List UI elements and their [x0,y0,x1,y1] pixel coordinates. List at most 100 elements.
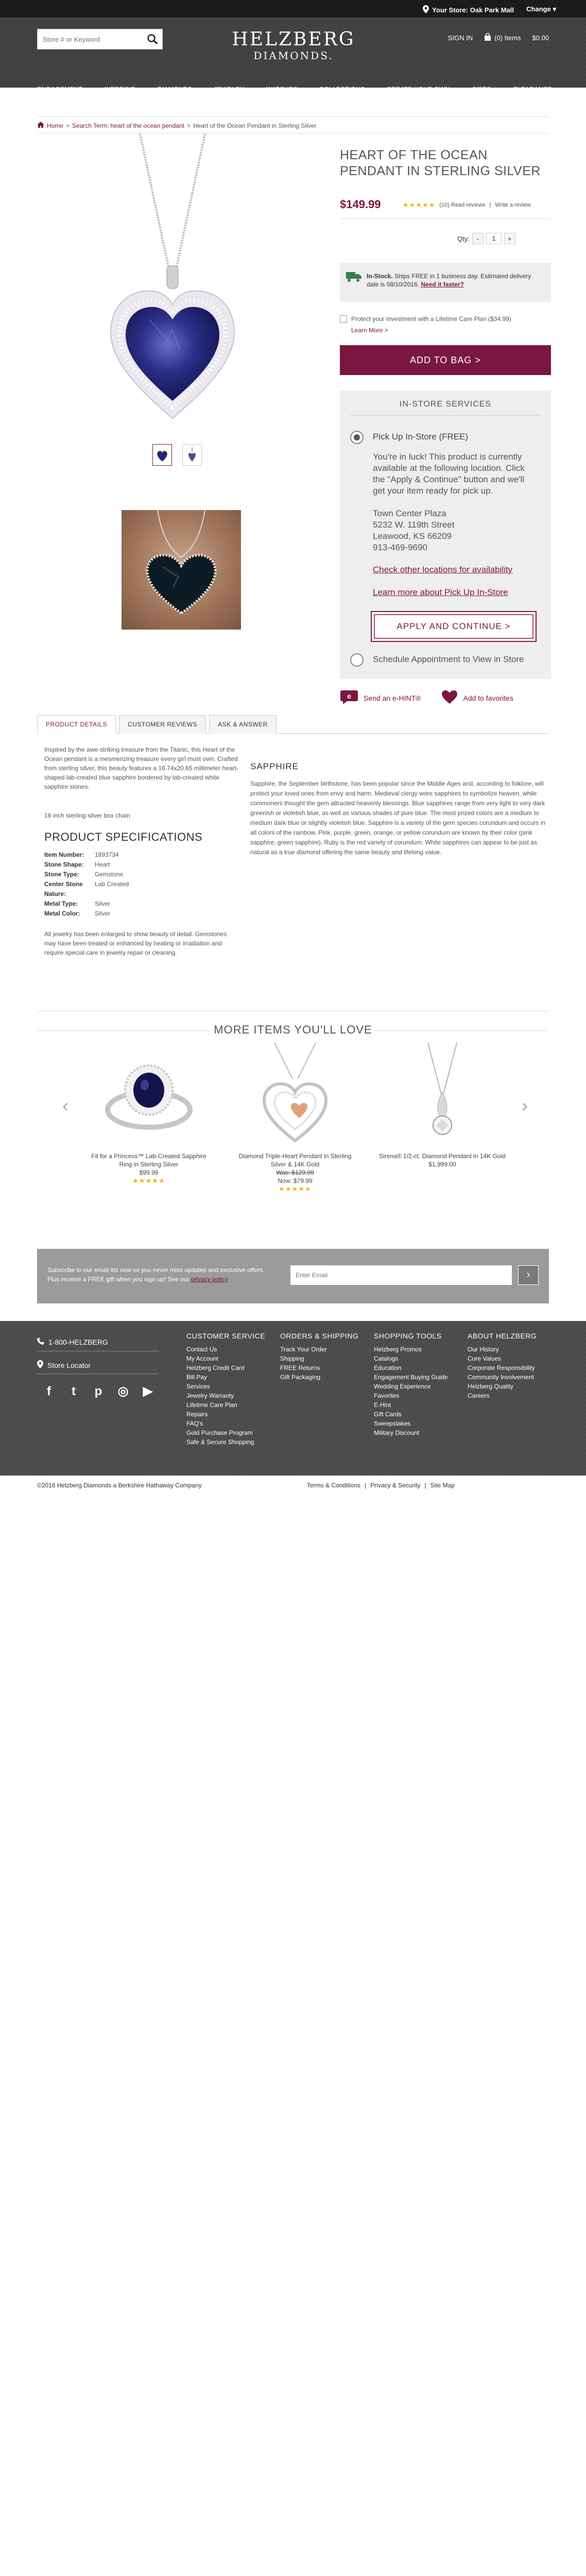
spec-key: Metal Type: [44,900,78,907]
qty-input[interactable]: 1 [486,233,502,244]
newsletter-submit-button[interactable]: › [518,1265,539,1285]
footer-link[interactable]: Jewelry Warranty [186,1391,265,1400]
tab-ask-answer[interactable]: ASK & ANSWER [209,715,277,734]
footer-link[interactable]: Helzberg Credit Card [186,1363,265,1372]
nav-jewelry[interactable]: JEWELRY [214,86,245,93]
footer-link[interactable]: Services [186,1382,265,1391]
footer-link[interactable]: Contact Us [186,1345,265,1354]
product-rating: ★★★★★ (10) Read reviews | Write a review [403,201,531,209]
footer-link[interactable]: Sweepstakes [374,1419,447,1428]
footer-phone[interactable]: 1-800-HELZBERG [37,1337,108,1346]
instagram-icon[interactable]: ◎ [116,1385,130,1398]
tab-product-details[interactable]: PRODUCT DETAILS [37,715,116,734]
footer-link[interactable]: Careers [468,1391,537,1400]
send-ehint-link[interactable]: e Send an e-HINT® [340,689,421,706]
privacy-security-link[interactable]: Privacy & Security [370,1482,420,1489]
learn-pickup-link[interactable]: Learn more about Pick Up In-Store [373,587,508,598]
footer-link[interactable]: Track Your Order [280,1345,358,1354]
footer-link[interactable]: Engagement Buying Guide [374,1372,447,1382]
sapphire-text: Sapphire, the September birthstone, has … [250,780,545,856]
add-to-bag-button[interactable]: ADD TO BAG > [340,345,551,375]
footer-link[interactable]: Helzberg Quality [468,1382,537,1391]
footer-link[interactable]: Repairs [186,1410,265,1419]
newsletter-email-input[interactable] [290,1265,512,1285]
apply-and-continue-button[interactable]: APPLY AND CONTINUE > [371,611,537,642]
store-name: Town Center Plaza [373,509,446,518]
thumbnail-2[interactable] [182,444,202,466]
footer-link[interactable]: Catalogs [374,1354,447,1363]
breadcrumb-home[interactable]: Home [47,122,63,129]
breadcrumb-search[interactable]: Search Term: heart of the ocean pendant [72,122,184,129]
tab-customer-reviews[interactable]: CUSTOMER REVIEWS [119,715,206,734]
check-other-locations-link[interactable]: Check other locations for availability [373,565,512,575]
terms-link[interactable]: Terms & Conditions [307,1482,360,1489]
nav-create-your-own[interactable]: CREATE YOUR OWN [387,86,450,93]
footer-link[interactable]: Safe & Secure Shopping [186,1437,265,1447]
helzberg-logo[interactable]: HELZBERG DIAMONDS. [229,30,358,62]
qty-plus-button[interactable]: + [504,233,515,244]
nav-watches[interactable]: WATCHES [266,86,298,93]
recommended-item[interactable]: Diamond Triple-Heart Pendant in Sterling… [231,1042,359,1193]
privacy-policy-link[interactable]: privacy policy [191,1276,228,1283]
need-it-faster-link[interactable]: Need it faster? [421,281,463,288]
footer-link[interactable]: Military Discount [374,1428,447,1437]
nav-diamonds[interactable]: DIAMONDS [158,86,192,93]
store-locator-link[interactable]: Store Locator [37,1360,91,1370]
footer-link[interactable]: Corporate Responsibility [468,1363,537,1372]
nav-wedding[interactable]: WEDDING [105,86,135,93]
recommended-item[interactable]: Fit for a Princess™ Lab-Created Sapphire… [84,1043,213,1185]
footer-link[interactable]: Core Values [468,1354,537,1363]
footer-link[interactable]: My Account [186,1354,265,1363]
footer-link[interactable]: Gift Cards [374,1410,447,1419]
youtube-icon[interactable]: ▶ [141,1385,154,1398]
thumbnail-1[interactable] [152,444,172,466]
footer-link[interactable]: Community Involvement [468,1372,537,1382]
read-reviews-link[interactable]: (10) Read reviews [439,202,485,208]
footer-link[interactable]: Education [374,1363,447,1372]
product-main-image[interactable] [108,133,237,428]
nav-engagement[interactable]: ENGAGEMENT [37,86,82,93]
nav-collections[interactable]: COLLECTIONS [319,86,365,93]
carousel-next-arrow[interactable]: › [517,1095,532,1116]
thumbnail-strip [152,444,202,466]
change-store-link[interactable]: Change ▾ [526,5,556,13]
footer-link[interactable]: Favorites [374,1391,447,1400]
pickup-radio[interactable] [350,431,364,444]
footer-link[interactable]: FAQ's [186,1419,265,1428]
sign-in-link[interactable]: SIGN IN [448,34,473,42]
footer-link[interactable]: Helzberg Promos [374,1345,447,1354]
footer-link[interactable]: Lifetime Care Plan [186,1400,265,1410]
care-plan-learn-more[interactable]: Learn More > [351,327,388,334]
care-plan-checkbox[interactable] [340,315,347,323]
breadcrumb-rule-top [37,116,549,117]
store-city: Leawood, KS 66209 [373,531,452,541]
footer-link[interactable]: Gold Purchase Program [186,1428,265,1437]
nav-clearance[interactable]: CLEARANCE [513,86,552,93]
footer-link[interactable]: Wedding Experience [374,1382,447,1391]
recommended-item[interactable]: Sirena® 1/2-ct. Diamond Pendant in 14K G… [378,1042,507,1168]
pinterest-icon[interactable]: p [92,1385,105,1398]
footer-link[interactable]: Gift Packaging [280,1372,358,1382]
twitter-icon[interactable]: t [67,1385,80,1398]
facebook-icon[interactable]: f [42,1385,56,1398]
store-selector[interactable]: Your Store: Oak Park Mall [423,5,514,15]
carousel-prev-arrow[interactable]: ‹ [58,1095,73,1116]
home-icon[interactable] [37,122,44,129]
search-input[interactable] [38,29,141,49]
footer-link[interactable]: Our History [468,1345,537,1354]
footer-link[interactable]: Bill Pay [186,1372,265,1382]
search-icon[interactable] [147,33,158,45]
write-review-link[interactable]: Write a review [495,202,530,208]
footer-link[interactable]: E-Hint [374,1400,447,1410]
cart-link[interactable]: (0) Items [484,32,521,43]
heading-rule-right [374,1030,549,1031]
add-to-favorites-link[interactable]: Add to favorites [441,690,513,706]
footer-link[interactable]: FREE Returns [280,1363,358,1372]
top-utility-bar: Your Store: Oak Park Mall Change ▾ [0,0,586,18]
nav-gifts[interactable]: GIFTS [472,86,491,93]
product-lifestyle-photo[interactable] [122,510,241,630]
qty-minus-button[interactable]: - [472,233,484,244]
appointment-radio[interactable] [350,653,364,667]
footer-link[interactable]: Shipping [280,1354,358,1363]
site-map-link[interactable]: Site Map [430,1482,455,1489]
